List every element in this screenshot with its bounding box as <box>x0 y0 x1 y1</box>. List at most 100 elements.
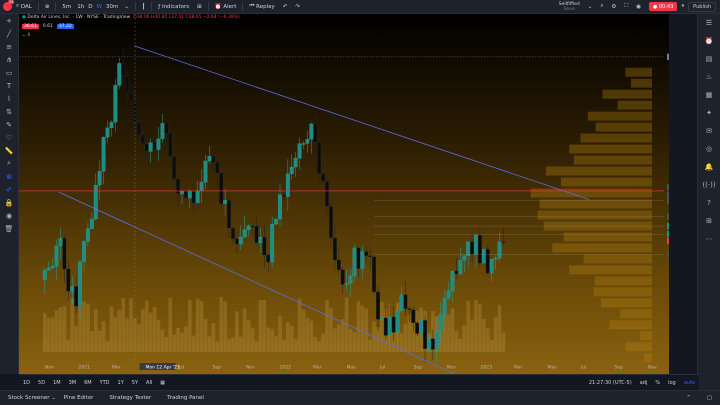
templates-button[interactable]: ⊞ <box>193 0 206 13</box>
price-badge <box>667 213 669 220</box>
range-1d[interactable]: 1D <box>19 380 34 386</box>
crosshair-tool[interactable]: + <box>0 14 18 27</box>
range-all[interactable]: All <box>142 380 156 386</box>
candle-body <box>101 137 106 172</box>
camera-icon: ◉ <box>636 3 642 10</box>
streams-button[interactable]: ◎ <box>698 140 720 158</box>
indicator-collapse[interactable]: ⌄ 4 <box>22 33 30 38</box>
auto-toggle[interactable]: auto <box>680 380 699 386</box>
recording-time: 00:43 <box>658 3 674 10</box>
layout-dropdown[interactable]: ⌄ <box>584 0 597 13</box>
watchlist-button[interactable]: ☰ <box>698 14 720 32</box>
trendline-icon: ╱ <box>6 29 12 38</box>
alert-button[interactable]: ⏰ Alert <box>211 0 241 13</box>
interval-30m[interactable]: 30m <box>104 0 120 13</box>
hotlists-button[interactable]: ♨ <box>698 68 720 86</box>
percent-toggle[interactable]: % <box>651 380 664 386</box>
user-avatar[interactable]: 11 <box>3 0 15 11</box>
ruler-tool[interactable]: 📏 <box>0 144 18 157</box>
candle-body <box>176 178 181 195</box>
help-button[interactable]: ? <box>698 194 720 212</box>
settings-button[interactable]: ⚙ <box>607 0 620 13</box>
fullscreen-button[interactable]: ⛶ <box>620 0 632 13</box>
candle-body <box>70 286 75 292</box>
candle-body <box>489 258 494 274</box>
volume-bar <box>231 337 235 352</box>
data-window-button[interactable]: ▤ <box>698 50 720 68</box>
volume-profile-row <box>569 265 652 275</box>
lock-tool[interactable]: 🔒 <box>0 196 18 209</box>
hide-tool[interactable]: ◉ <box>0 209 18 222</box>
stream-icon: ◎ <box>705 145 713 153</box>
undo-button[interactable]: ↶ <box>279 0 292 13</box>
pine-editor-tab[interactable]: Pine Editor <box>56 395 102 401</box>
candle-body <box>187 191 192 199</box>
clock[interactable]: 21:27:30 (UTC-5) <box>585 380 636 386</box>
range-ytd[interactable]: YTD <box>96 380 114 386</box>
notifications-button[interactable]: 🔔 <box>698 158 720 176</box>
pitchfork-tool[interactable]: ⋔ <box>0 53 18 66</box>
adj-toggle[interactable]: adj <box>636 380 652 386</box>
compare-button[interactable]: ⊕ <box>41 0 54 13</box>
brush-tool[interactable]: ✎ <box>0 118 18 131</box>
collapse-panel-button[interactable]: ⌃ <box>678 395 699 401</box>
publish-button[interactable]: Publish <box>688 1 716 12</box>
more-button[interactable]: ⋯ <box>698 230 720 248</box>
interval-1h[interactable]: 1h <box>75 0 86 13</box>
interval-dropdown[interactable]: ⌄ <box>120 0 133 13</box>
replay-button[interactable]: ⏮ Replay <box>245 0 278 13</box>
strategy-tester-tab[interactable]: Strategy Tester <box>101 395 159 401</box>
ideas-button[interactable]: ✦ <box>698 104 720 122</box>
icon-tool[interactable]: ♡ <box>0 131 18 144</box>
snapshot-button[interactable]: ◉ <box>632 0 645 13</box>
horizontal-line-tool[interactable]: ≡ <box>0 40 18 53</box>
symbol-search[interactable]: ⌕ DAL <box>12 0 36 13</box>
text-tool[interactable]: T <box>0 79 18 92</box>
rectangle-tool[interactable]: ▭ <box>0 66 18 79</box>
signal-button[interactable]: ((·)) <box>698 176 720 194</box>
chats-button[interactable]: ✉ <box>698 122 720 140</box>
range-3m[interactable]: 3M <box>65 380 81 386</box>
candle-body <box>497 241 502 259</box>
alerts-panel-button[interactable]: ⏰ <box>698 32 720 50</box>
buy-price[interactable]: 37.22 <box>56 24 74 29</box>
volume-bar <box>160 329 165 352</box>
pattern-tool[interactable]: ⌇ <box>0 92 18 105</box>
candle-body <box>348 275 353 284</box>
interval-5m[interactable]: 5m <box>58 0 75 13</box>
goto-date-button[interactable]: ▦ <box>156 380 169 386</box>
extra-panel-button[interactable]: ⊞ <box>698 212 720 230</box>
range-5y[interactable]: 5Y <box>128 380 142 386</box>
magnet-tool[interactable]: ⋒ <box>0 170 18 183</box>
delete-tool[interactable]: 🗑 <box>0 222 18 235</box>
chart-type-button[interactable]: ┃ <box>138 0 149 13</box>
zoom-tool[interactable]: ⌕ <box>0 157 18 170</box>
volume-bar <box>297 298 302 352</box>
redo-button[interactable]: ↷ <box>291 0 304 13</box>
calendar-button[interactable]: ▦ <box>698 86 720 104</box>
layout-button[interactable]: Sellfiffied Save <box>555 0 584 13</box>
candle-body <box>442 298 447 314</box>
trendline-tool[interactable]: ╱ <box>0 27 18 40</box>
forecast-tool[interactable]: ⇅ <box>0 105 18 118</box>
indicators-button[interactable]: ƒ Indicators <box>154 0 193 13</box>
volume-bar <box>203 319 208 352</box>
maximize-panel-button[interactable]: ▢ <box>699 395 720 401</box>
log-toggle[interactable]: log <box>664 380 680 386</box>
pause-button[interactable]: ⏸ <box>677 0 688 13</box>
range-1m[interactable]: 1M <box>49 380 65 386</box>
stay-drawing-tool[interactable]: ✐ <box>0 183 18 196</box>
top-toolbar: 11 ⌕ DAL ⊕ 5m 1h D W 30m ⌄ ┃ ƒ Indicator… <box>0 0 720 14</box>
quick-search-button[interactable]: ⌕ <box>596 0 607 13</box>
recording-indicator[interactable]: ● 00:43 <box>649 2 678 11</box>
interval-w[interactable]: W <box>95 0 104 13</box>
range-5d[interactable]: 5D <box>34 380 49 386</box>
interval-d[interactable]: D <box>86 0 94 13</box>
volume-bar <box>317 341 321 352</box>
price-chart[interactable]: 53.0052.0051.0050.0049.0048.0047.0046.00… <box>19 14 669 374</box>
trading-panel-tab[interactable]: Trading Panel <box>159 395 212 401</box>
range-1y[interactable]: 1Y <box>114 380 128 386</box>
stock-screener-tab[interactable]: Stock Screener <box>0 395 58 401</box>
range-6m[interactable]: 6M <box>80 380 96 386</box>
sell-price[interactable]: 36.61 <box>22 24 39 29</box>
